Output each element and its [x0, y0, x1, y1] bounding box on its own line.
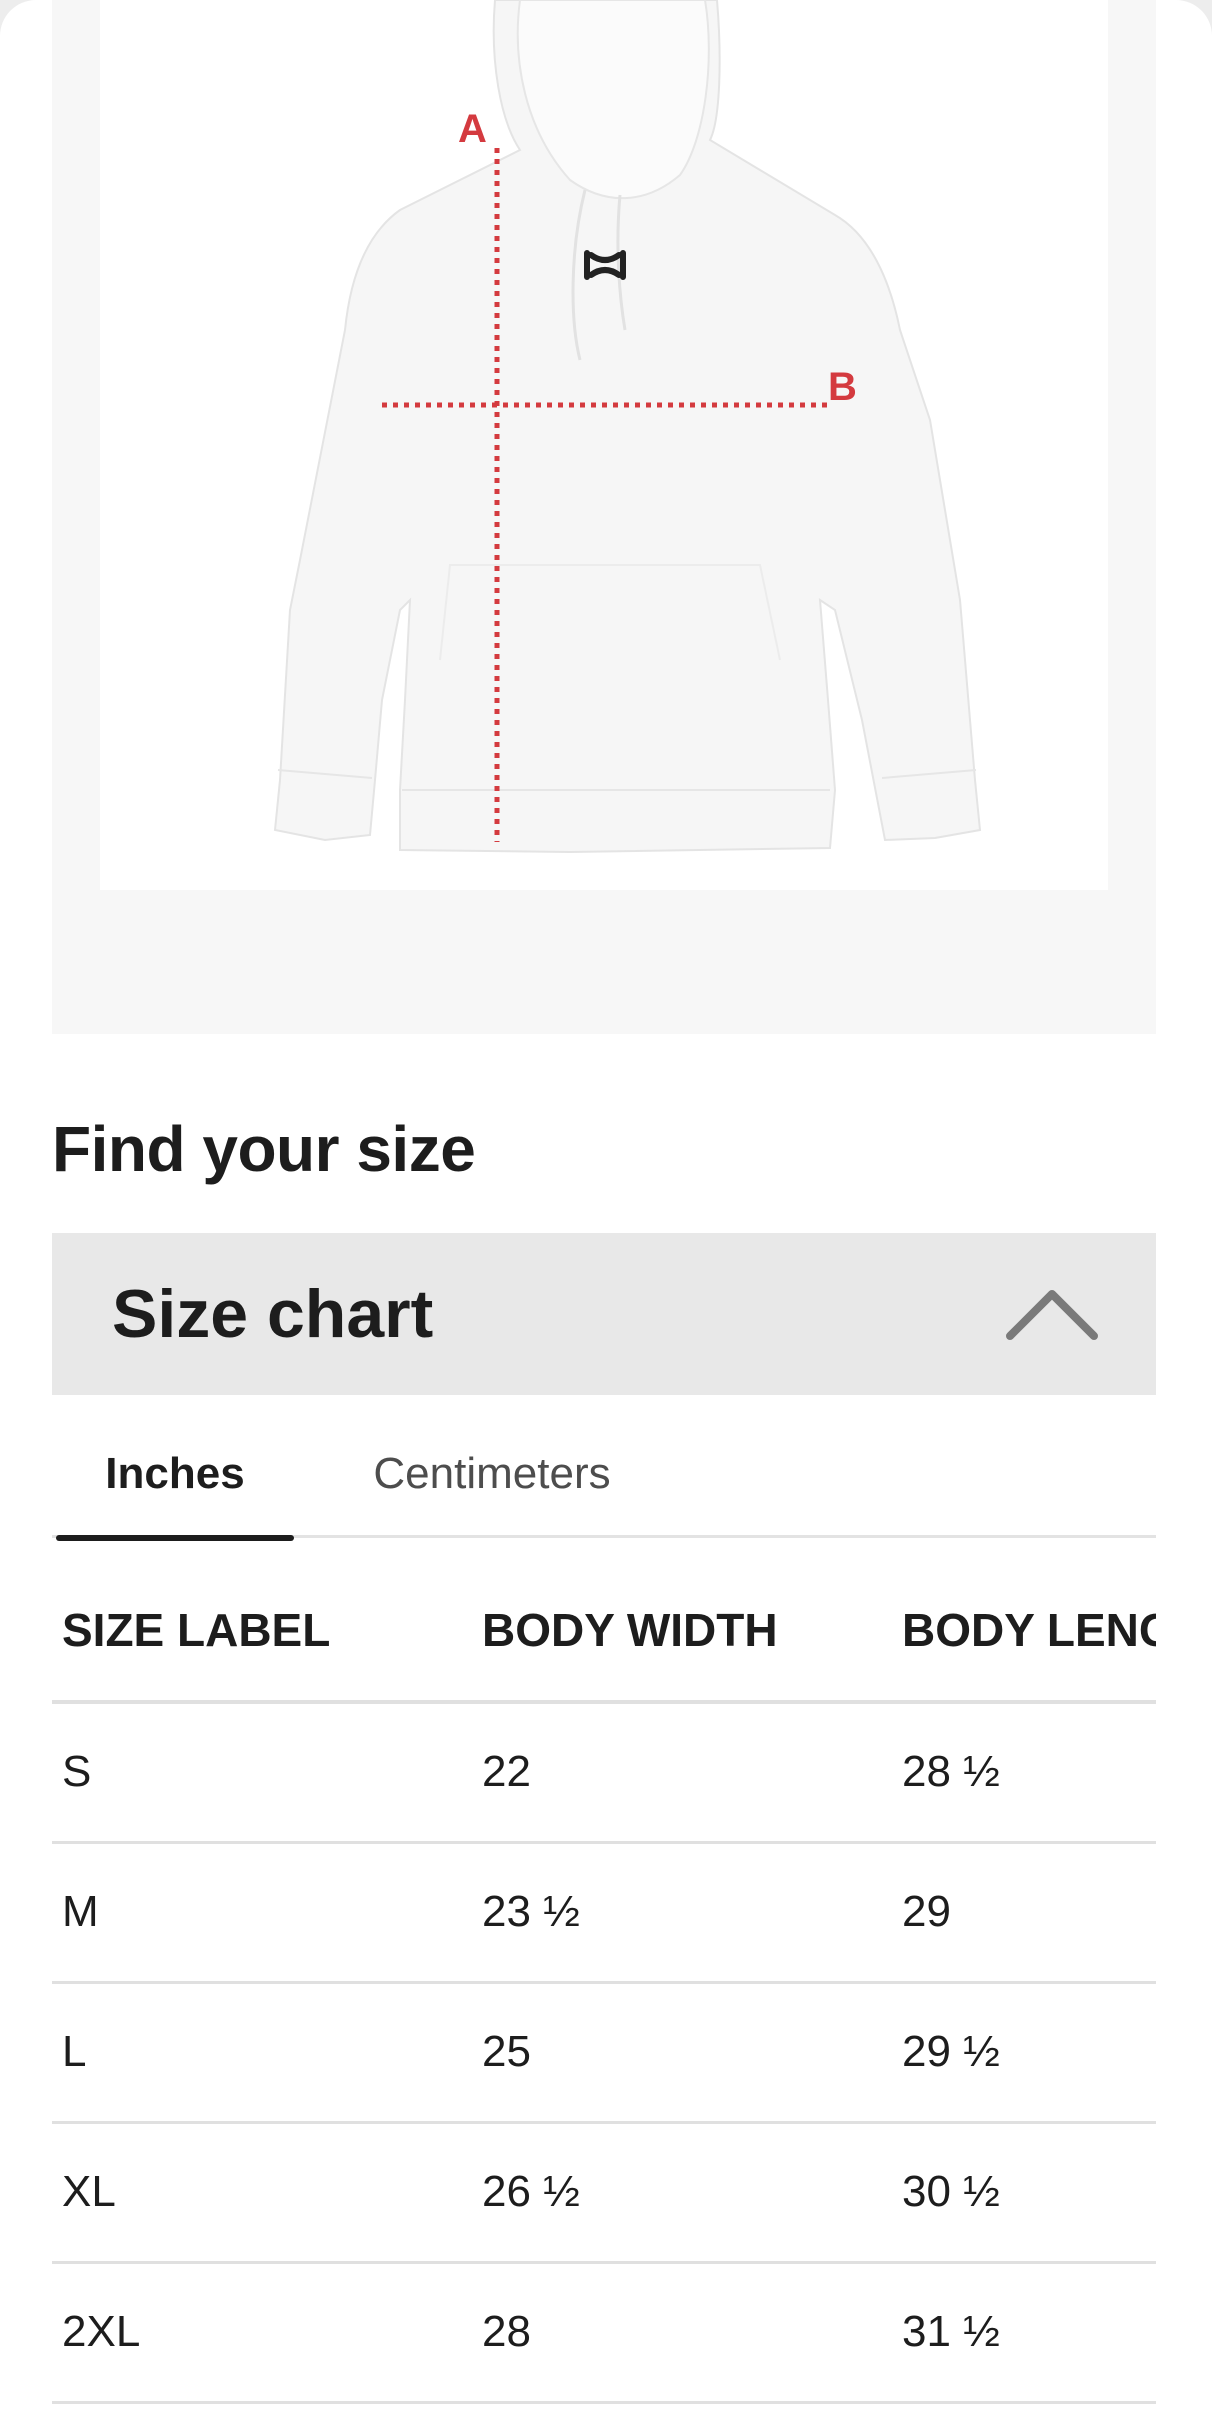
- find-your-size-heading: Find your size: [52, 1113, 476, 1185]
- table-row: XL 26 ½ 30 ½: [52, 2122, 1156, 2264]
- body-length-cell: 31 ½: [892, 2262, 1156, 2404]
- table-header-row: SIZE LABEL BODY WIDTH BODY LENGTH: [52, 1560, 1156, 1704]
- table-row: 2XL 28 31 ½: [52, 2262, 1156, 2404]
- unit-tabs: Inches Centimeters: [52, 1410, 1156, 1541]
- body-width-cell: 23 ½: [472, 1842, 892, 1984]
- table-row: S 22 28 ½: [52, 1702, 1156, 1844]
- table-row: M 23 ½ 29: [52, 1842, 1156, 1984]
- body-length-cell: 29: [892, 1842, 1156, 1984]
- size-label-cell: L: [52, 1982, 472, 2124]
- size-chart-title: Size chart: [112, 1276, 434, 1352]
- body-length-cell: 30 ½: [892, 2122, 1156, 2264]
- table-row: L 25 29 ½: [52, 1982, 1156, 2124]
- size-guide-sheet: A B Find your size Size chart Inches Cen…: [0, 0, 1212, 2411]
- body-width-cell: 26 ½: [472, 2122, 892, 2264]
- body-width-cell: 28: [472, 2262, 892, 2404]
- size-label-cell: 2XL: [52, 2262, 472, 2404]
- measurement-label-b: B: [828, 365, 857, 409]
- product-image-panel: A B: [52, 0, 1156, 1034]
- column-header-body-length: BODY LENGTH: [892, 1560, 1156, 1704]
- body-width-cell: 22: [472, 1702, 892, 1844]
- size-table-scroll[interactable]: SIZE LABEL BODY WIDTH BODY LENGTH S 22 2…: [52, 1560, 1156, 2411]
- measurement-label-a: A: [458, 107, 487, 151]
- measurement-diagram: A B: [100, 0, 1108, 890]
- body-length-cell: 28 ½: [892, 1702, 1156, 1844]
- size-label-cell: M: [52, 1842, 472, 1984]
- body-length-cell: 29 ½: [892, 1982, 1156, 2124]
- column-header-size-label: SIZE LABEL: [52, 1560, 472, 1704]
- size-label-cell: S: [52, 1702, 472, 1844]
- size-chart-accordion-toggle[interactable]: Size chart: [52, 1233, 1156, 1395]
- tab-inches[interactable]: Inches: [56, 1410, 294, 1541]
- hoodie-illustration: A B: [273, 0, 982, 854]
- size-label-cell: XL: [52, 2122, 472, 2264]
- tab-centimeters[interactable]: Centimeters: [342, 1410, 642, 1538]
- size-table: SIZE LABEL BODY WIDTH BODY LENGTH S 22 2…: [52, 1560, 1156, 2404]
- body-width-cell: 25: [472, 1982, 892, 2124]
- column-header-body-width: BODY WIDTH: [472, 1560, 892, 1704]
- chevron-up-icon: [1006, 1290, 1098, 1340]
